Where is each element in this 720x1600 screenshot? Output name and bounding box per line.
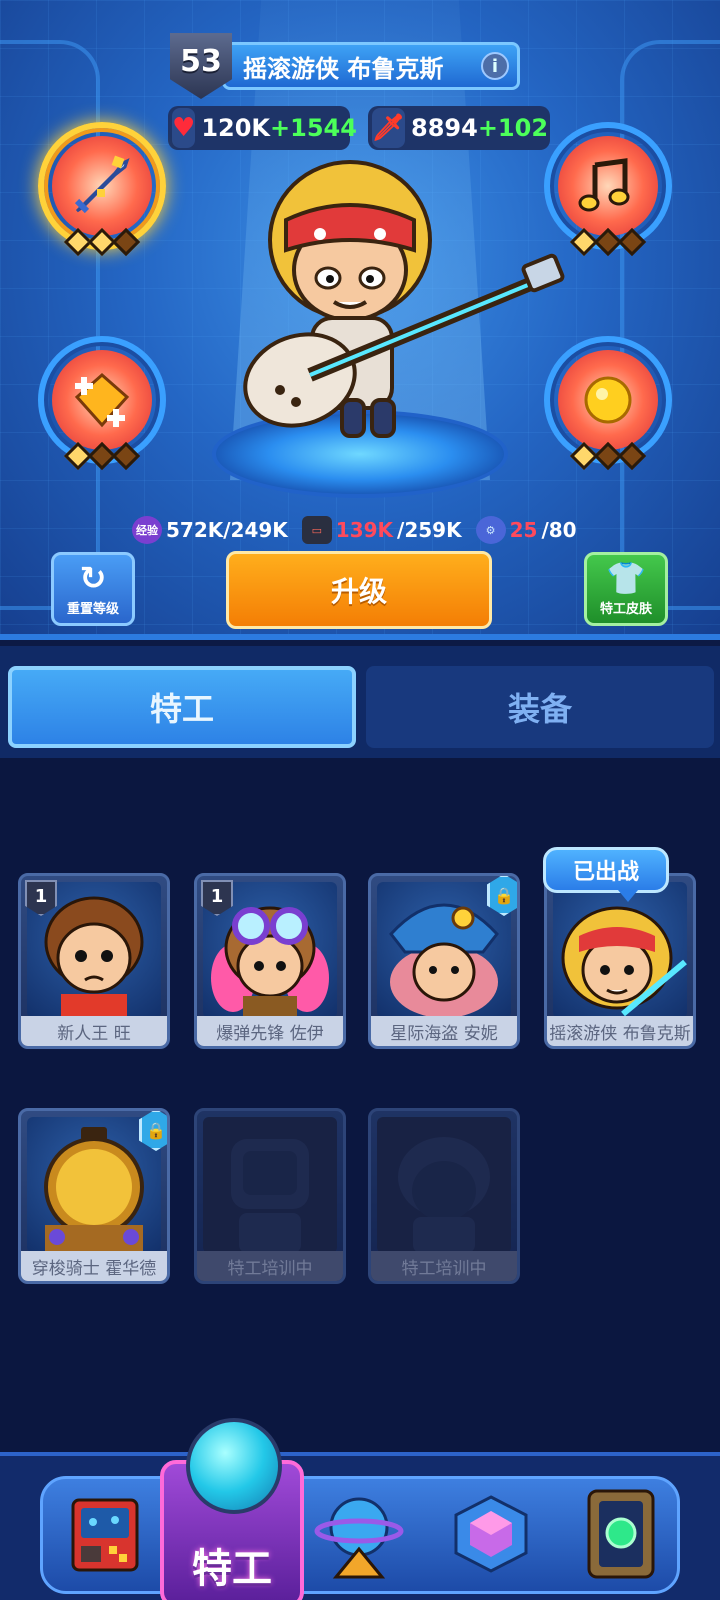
tab-equipment-label: 装备 [507,690,572,728]
agent-name: 星际海盗 安妮 [371,1016,517,1046]
reset-level-button[interactable]: ↻ 重置等级 [51,552,135,626]
skill-gems [569,227,647,257]
gear-part-icon: ⚙ [475,516,506,544]
hero-name-pill: 摇滚游侠 布鲁克斯 i [222,42,520,90]
shirt-icon: 👕 [606,559,646,597]
gem-icon [111,227,141,257]
tab-equipment[interactable]: 装备 [366,666,714,748]
exp-value: 572K/249K [166,518,288,542]
music-note-icon [558,136,658,236]
agent-silhouette [203,1117,337,1253]
tape-have: 139K [335,518,394,542]
upgrade-label: 升级 [330,575,387,608]
tab-agents-label: 特工 [149,690,214,728]
agent-dome-icon [186,1418,282,1514]
gem-icon [617,441,647,471]
hero-character[interactable] [230,150,570,450]
skin-label: 特工皮肤 [599,602,652,617]
exp-icon: 经验 [132,516,162,544]
hero-panel: 53 摇滚游侠 布鲁克斯 i ♥ 120K +1544 🗡 8894 +102 [0,0,720,640]
hp-stat: ♥ 120K +1544 [168,106,357,150]
nav-arcade[interactable] [58,1486,152,1582]
part-have: 25 [509,518,538,542]
reset-label: 重置等级 [66,602,119,617]
gem-icon [617,227,647,257]
agent-skin-button[interactable]: 👕 特工皮肤 [584,552,668,626]
skill-gems [569,441,647,471]
portal-frame-icon [587,1489,655,1579]
tape-need: /259K [397,518,462,542]
crystal-cube-icon [454,1495,528,1573]
skill-sword[interactable] [38,122,166,257]
part-need: /80 [541,518,577,542]
agent-card[interactable]: 1 爆弹先锋 佐伊 [194,873,346,1049]
nav-agents[interactable]: 特工 [160,1418,304,1600]
tape-resource: ▭ 139K/259K [301,516,462,544]
hero-title-bar: 53 摇滚游侠 布鲁克斯 i [170,33,520,99]
deployed-tag: 已出战 [543,847,669,902]
info-icon[interactable]: i [481,52,509,80]
part-resource: ⚙ 25/80 [475,516,577,544]
agent-portrait [553,882,687,1018]
nav-cube[interactable] [444,1486,538,1582]
agent-name: 爆弹先锋 佐伊 [197,1016,343,1046]
arcade-machine-icon [71,1498,139,1572]
upgrade-button[interactable]: 升级 [226,551,492,629]
agent-card-training: 特工培训中 [194,1108,346,1284]
gold-coin-icon [558,350,658,450]
agent-silhouette [377,1117,511,1253]
agent-card-training: 特工培训中 [368,1108,520,1284]
heart-icon: ♥ [172,108,196,148]
skill-gem-plus[interactable] [38,336,166,471]
attack-value: 8894 [411,114,478,142]
nav-portal[interactable] [574,1486,668,1582]
sword-icon: 🗡 [372,108,406,148]
tab-agents[interactable]: 特工 [8,666,356,748]
level-badge: 53 [170,33,232,99]
skill-gems [63,441,141,471]
agent-card[interactable]: 🔒 星际海盗 安妮 [368,873,520,1049]
hp-bonus: +1544 [270,114,357,142]
agent-name: 摇滚游侠 布鲁克斯 [547,1016,693,1046]
tab-bar: 特工 装备 [0,646,720,758]
agent-name: 特工培训中 [371,1251,517,1281]
bottom-nav: 特工 [0,1418,720,1600]
agent-card[interactable]: 🔒 穿梭骑士 霍华德 [18,1108,170,1284]
resource-bar: 经验 572K/249K ▭ 139K/259K ⚙ 25/80 [132,513,592,547]
planet-icon [314,1497,404,1579]
hp-value: 120K [201,114,271,142]
attack-stat: 🗡 8894 +102 [368,106,550,150]
nav-agents-label: 特工 [192,1546,272,1592]
agent-name: 特工培训中 [197,1251,343,1281]
cassette-tape-icon: ▭ [301,516,332,544]
attack-bonus: +102 [477,114,549,142]
agent-name: 穿梭骑士 霍华德 [21,1251,167,1281]
exp-resource: 经验 572K/249K [132,516,288,544]
frame-right [620,40,720,610]
refresh-icon: ↻ [79,559,107,597]
gem-icon [111,441,141,471]
sword-skill-icon [52,136,152,236]
agent-name: 新人王 旺 [21,1016,167,1046]
nav-planet[interactable] [312,1486,406,1582]
hero-level: 53 [180,43,222,79]
hero-name: 摇滚游侠 布鲁克斯 [243,54,444,83]
gem-plus-icon [52,350,152,450]
skill-gems [63,227,141,257]
agent-card[interactable]: 1 新人王 旺 [18,873,170,1049]
